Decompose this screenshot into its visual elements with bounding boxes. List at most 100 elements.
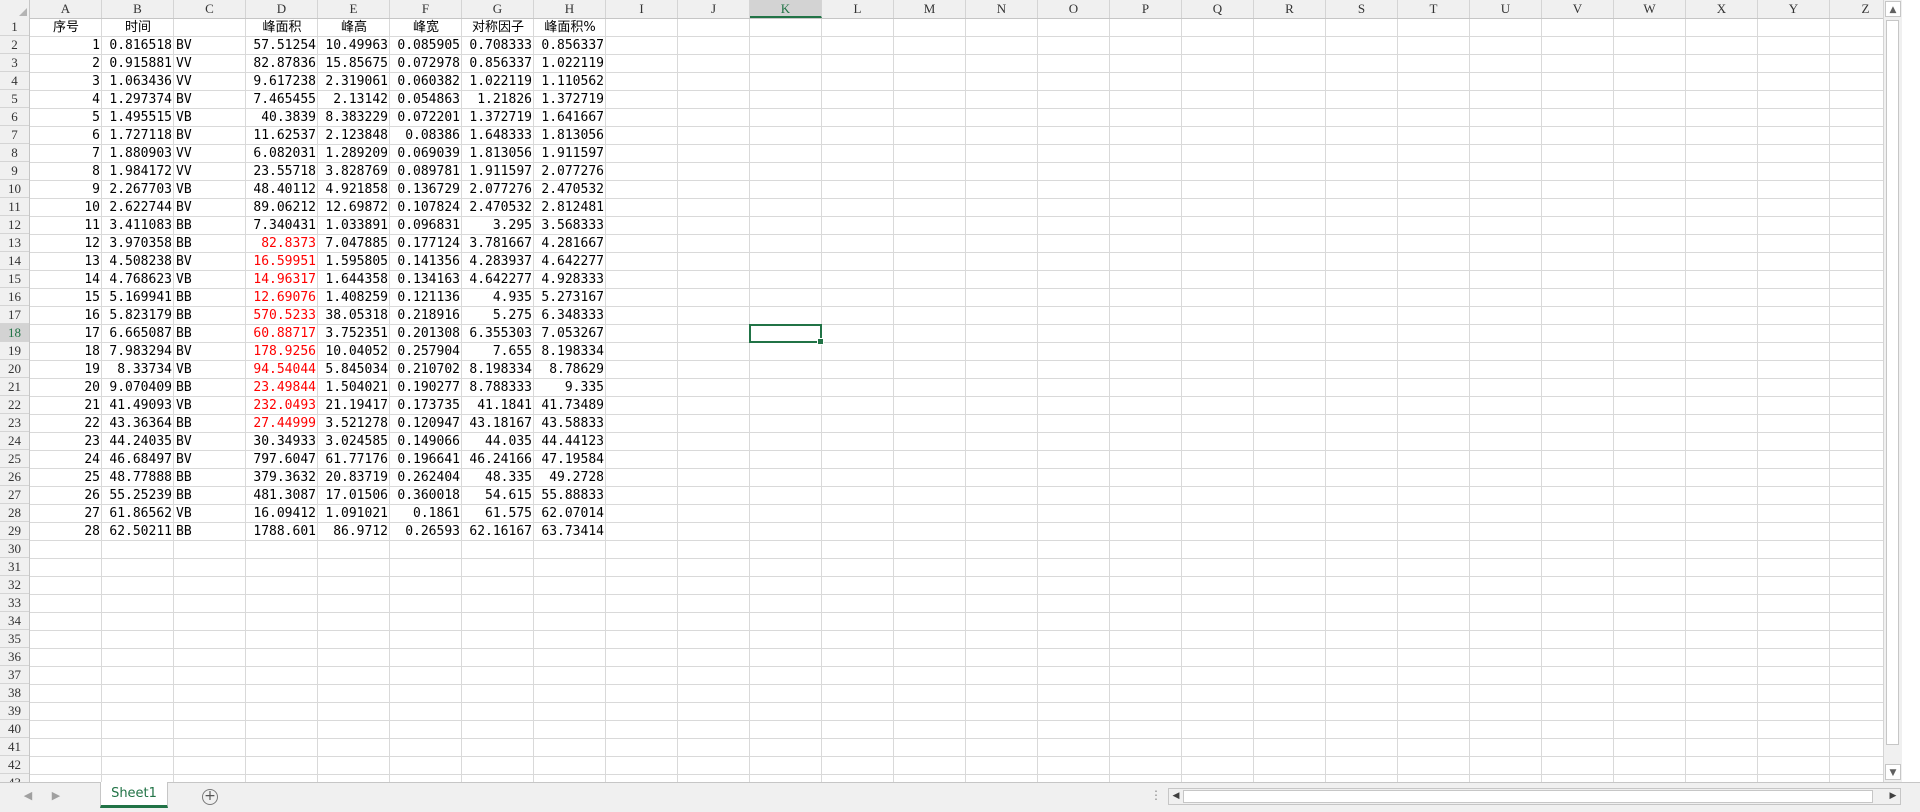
row-header-25[interactable]: 25 bbox=[0, 450, 29, 468]
cell-h11[interactable]: 2.812481 bbox=[534, 199, 606, 217]
cell-d5[interactable]: 7.465455 bbox=[246, 91, 318, 109]
cell-c2[interactable]: BV bbox=[174, 37, 246, 55]
cell-g8[interactable]: 1.813056 bbox=[462, 145, 534, 163]
row-header-28[interactable]: 28 bbox=[0, 504, 29, 522]
cell-h3[interactable]: 1.022119 bbox=[534, 55, 606, 73]
cell-h13[interactable]: 4.281667 bbox=[534, 235, 606, 253]
row-header-31[interactable]: 31 bbox=[0, 558, 29, 576]
cell-b3[interactable]: 0.915881 bbox=[102, 55, 174, 73]
cell-a18[interactable]: 17 bbox=[30, 325, 102, 343]
cell-h25[interactable]: 47.19584 bbox=[534, 451, 606, 469]
row-header-29[interactable]: 29 bbox=[0, 522, 29, 540]
cell-d13[interactable]: 82.8373 bbox=[246, 235, 318, 253]
cell-c10[interactable]: VB bbox=[174, 181, 246, 199]
cell-a20[interactable]: 19 bbox=[30, 361, 102, 379]
cell-f7[interactable]: 0.08386 bbox=[390, 127, 462, 145]
column-header-b[interactable]: B bbox=[102, 0, 174, 18]
cell-c28[interactable]: VB bbox=[174, 505, 246, 523]
cell-e6[interactable]: 8.383229 bbox=[318, 109, 390, 127]
cell-f9[interactable]: 0.089781 bbox=[390, 163, 462, 181]
cell-c13[interactable]: BB bbox=[174, 235, 246, 253]
cell-h16[interactable]: 5.273167 bbox=[534, 289, 606, 307]
cell-a28[interactable]: 27 bbox=[30, 505, 102, 523]
cell-f18[interactable]: 0.201308 bbox=[390, 325, 462, 343]
cell-f25[interactable]: 0.196641 bbox=[390, 451, 462, 469]
scroll-left-icon[interactable]: ◀ bbox=[1169, 789, 1183, 804]
row-header-20[interactable]: 20 bbox=[0, 360, 29, 378]
cell-a10[interactable]: 9 bbox=[30, 181, 102, 199]
cell-d9[interactable]: 23.55718 bbox=[246, 163, 318, 181]
cell-f15[interactable]: 0.134163 bbox=[390, 271, 462, 289]
row-header-30[interactable]: 30 bbox=[0, 540, 29, 558]
cell-e24[interactable]: 3.024585 bbox=[318, 433, 390, 451]
cell-g29[interactable]: 62.16167 bbox=[462, 523, 534, 541]
cell-d3[interactable]: 82.87836 bbox=[246, 55, 318, 73]
cell-g25[interactable]: 46.24166 bbox=[462, 451, 534, 469]
cell-a3[interactable]: 2 bbox=[30, 55, 102, 73]
row-header-18[interactable]: 18 bbox=[0, 324, 29, 342]
cell-a26[interactable]: 25 bbox=[30, 469, 102, 487]
header-cell-d[interactable]: 峰面积 bbox=[246, 19, 318, 37]
cell-f16[interactable]: 0.121136 bbox=[390, 289, 462, 307]
cell-h2[interactable]: 0.856337 bbox=[534, 37, 606, 55]
column-header-x[interactable]: X bbox=[1686, 0, 1758, 18]
cell-b13[interactable]: 3.970358 bbox=[102, 235, 174, 253]
cell-d14[interactable]: 16.59951 bbox=[246, 253, 318, 271]
row-header-41[interactable]: 41 bbox=[0, 738, 29, 756]
cell-b5[interactable]: 1.297374 bbox=[102, 91, 174, 109]
column-header-l[interactable]: L bbox=[822, 0, 894, 18]
cell-a17[interactable]: 16 bbox=[30, 307, 102, 325]
cell-f11[interactable]: 0.107824 bbox=[390, 199, 462, 217]
row-header-10[interactable]: 10 bbox=[0, 180, 29, 198]
cell-d28[interactable]: 16.09412 bbox=[246, 505, 318, 523]
cell-g13[interactable]: 3.781667 bbox=[462, 235, 534, 253]
cell-a24[interactable]: 23 bbox=[30, 433, 102, 451]
cell-h21[interactable]: 9.335 bbox=[534, 379, 606, 397]
cell-c5[interactable]: BV bbox=[174, 91, 246, 109]
cell-d24[interactable]: 30.34933 bbox=[246, 433, 318, 451]
cell-f4[interactable]: 0.060382 bbox=[390, 73, 462, 91]
cell-d27[interactable]: 481.3087 bbox=[246, 487, 318, 505]
cell-g12[interactable]: 3.295 bbox=[462, 217, 534, 235]
cell-g10[interactable]: 2.077276 bbox=[462, 181, 534, 199]
cell-d2[interactable]: 57.51254 bbox=[246, 37, 318, 55]
cell-b22[interactable]: 41.49093 bbox=[102, 397, 174, 415]
cell-c23[interactable]: BB bbox=[174, 415, 246, 433]
cell-f2[interactable]: 0.085905 bbox=[390, 37, 462, 55]
cell-e14[interactable]: 1.595805 bbox=[318, 253, 390, 271]
cell-e10[interactable]: 4.921858 bbox=[318, 181, 390, 199]
cell-g24[interactable]: 44.035 bbox=[462, 433, 534, 451]
cell-g14[interactable]: 4.283937 bbox=[462, 253, 534, 271]
cell-h19[interactable]: 8.198334 bbox=[534, 343, 606, 361]
cell-b17[interactable]: 5.823179 bbox=[102, 307, 174, 325]
cell-c29[interactable]: BB bbox=[174, 523, 246, 541]
cell-d19[interactable]: 178.9256 bbox=[246, 343, 318, 361]
cell-c26[interactable]: BB bbox=[174, 469, 246, 487]
header-cell-a[interactable]: 序号 bbox=[30, 19, 102, 37]
cell-c27[interactable]: BB bbox=[174, 487, 246, 505]
cell-g18[interactable]: 6.355303 bbox=[462, 325, 534, 343]
cell-b29[interactable]: 62.50211 bbox=[102, 523, 174, 541]
cell-a8[interactable]: 7 bbox=[30, 145, 102, 163]
cell-f28[interactable]: 0.1861 bbox=[390, 505, 462, 523]
cell-h18[interactable]: 7.053267 bbox=[534, 325, 606, 343]
row-header-5[interactable]: 5 bbox=[0, 90, 29, 108]
column-header-e[interactable]: E bbox=[318, 0, 390, 18]
cell-c12[interactable]: BB bbox=[174, 217, 246, 235]
cell-h29[interactable]: 63.73414 bbox=[534, 523, 606, 541]
cell-d29[interactable]: 1788.601 bbox=[246, 523, 318, 541]
cell-f12[interactable]: 0.096831 bbox=[390, 217, 462, 235]
cell-g4[interactable]: 1.022119 bbox=[462, 73, 534, 91]
cell-e17[interactable]: 38.05318 bbox=[318, 307, 390, 325]
row-header-8[interactable]: 8 bbox=[0, 144, 29, 162]
cell-b28[interactable]: 61.86562 bbox=[102, 505, 174, 523]
cell-a7[interactable]: 6 bbox=[30, 127, 102, 145]
cell-f3[interactable]: 0.072978 bbox=[390, 55, 462, 73]
vertical-scrollbar[interactable]: ▲ ▼ bbox=[1883, 0, 1902, 782]
cell-b2[interactable]: 0.816518 bbox=[102, 37, 174, 55]
cell-c16[interactable]: BB bbox=[174, 289, 246, 307]
cell-g27[interactable]: 54.615 bbox=[462, 487, 534, 505]
row-header-7[interactable]: 7 bbox=[0, 126, 29, 144]
sheet-tab-sheet1[interactable]: Sheet1 bbox=[100, 782, 168, 808]
cell-b19[interactable]: 7.983294 bbox=[102, 343, 174, 361]
